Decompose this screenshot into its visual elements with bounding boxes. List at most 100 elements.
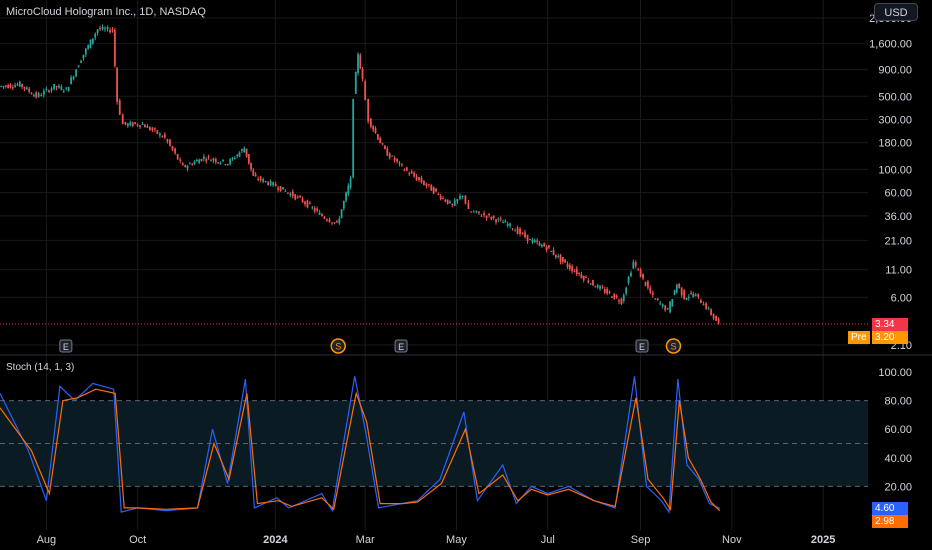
candle-body [338,218,341,224]
candle-body [480,215,483,217]
candle-body [361,69,364,80]
candle-body [461,195,464,197]
candle-body [675,284,678,293]
candle-body [124,121,127,125]
candle-body [291,191,294,197]
candle-body [647,281,649,288]
candle-body [163,134,166,138]
candle-body [420,177,423,183]
candle-body [449,201,451,204]
candle-body [587,280,590,283]
candle-body [592,280,594,286]
candle-body [176,154,179,160]
candle-body [7,84,10,88]
candle-body [649,287,652,293]
candle-body [700,300,702,304]
candle-body [692,293,695,298]
candle-body [222,159,224,162]
candle-body [331,222,333,224]
candle-body [386,148,389,156]
candle-body [550,250,553,252]
candle-body [666,308,669,310]
x-tick-label: Sep [631,534,651,546]
candle-body [446,199,449,205]
candle-body [77,65,80,68]
candle-body [267,182,270,185]
candle-body [188,163,191,165]
candle-body [118,100,121,115]
candle-body [410,171,413,174]
candle-body [451,203,454,205]
candle-body [352,99,355,178]
candle-body [279,186,282,192]
x-tick-label: 2025 [811,534,835,546]
candle-body [354,72,357,94]
candle-body [690,292,692,294]
candle-body [467,202,470,209]
candle-body [205,159,208,161]
candle-body [632,261,635,269]
candle-body [217,162,220,164]
candle-body [284,190,287,192]
candle-body [483,213,485,216]
currency-selector[interactable]: USD [874,3,918,21]
candle-body [427,184,430,186]
candle-body [308,202,311,204]
candle-body [622,295,625,301]
candle-body [497,218,500,220]
candle-body [642,273,644,279]
candle-body [50,88,53,91]
candle-body [536,240,539,243]
candle-body [705,303,708,310]
candle-body [639,269,642,278]
candle-body [146,126,149,128]
candle-body [376,134,379,140]
candle-body [712,313,715,319]
stoch-tick-label: 100.00 [878,367,912,379]
candle-body [453,200,456,206]
candle-body [439,195,442,199]
candle-body [84,48,87,55]
candle-body [35,92,38,98]
earnings-marker-label: E [63,342,69,352]
candle-body [615,295,618,298]
candle-body [153,128,156,130]
candle-body [116,68,119,102]
candle-body [158,133,161,136]
candle-body [236,154,239,157]
candle-body [289,193,292,196]
price-tick-label: 6.00 [891,292,912,304]
earnings-marker-label: E [398,342,404,352]
candle-body [557,255,560,257]
candle-body [678,283,681,288]
candle-body [243,148,246,153]
candle-body [342,201,345,209]
candle-body [669,301,671,313]
candle-body [247,154,250,164]
price-tick-label: 900.00 [878,65,912,77]
candle-body [311,207,314,209]
candle-body [393,157,396,161]
candle-body [136,124,139,126]
candle-body [301,198,304,203]
candle-body [23,86,26,89]
candle-body [131,122,134,127]
candle-body [630,272,632,277]
candle-body [200,159,203,161]
candle-body [359,55,362,69]
price-tick-label: 1,600.00 [869,38,912,50]
candle-body [231,157,234,159]
candle-body [603,289,606,293]
candle-body [318,212,321,215]
candle-body [4,85,7,87]
candle-body [561,257,564,262]
candle-body [184,165,187,167]
candle-body [357,54,359,74]
candle-body [559,255,562,262]
candle-body [328,219,331,223]
candle-body [625,287,628,294]
candle-body [472,211,475,213]
candle-body [430,184,433,191]
x-tick-label: Aug [37,534,57,546]
candle-body [408,173,411,175]
